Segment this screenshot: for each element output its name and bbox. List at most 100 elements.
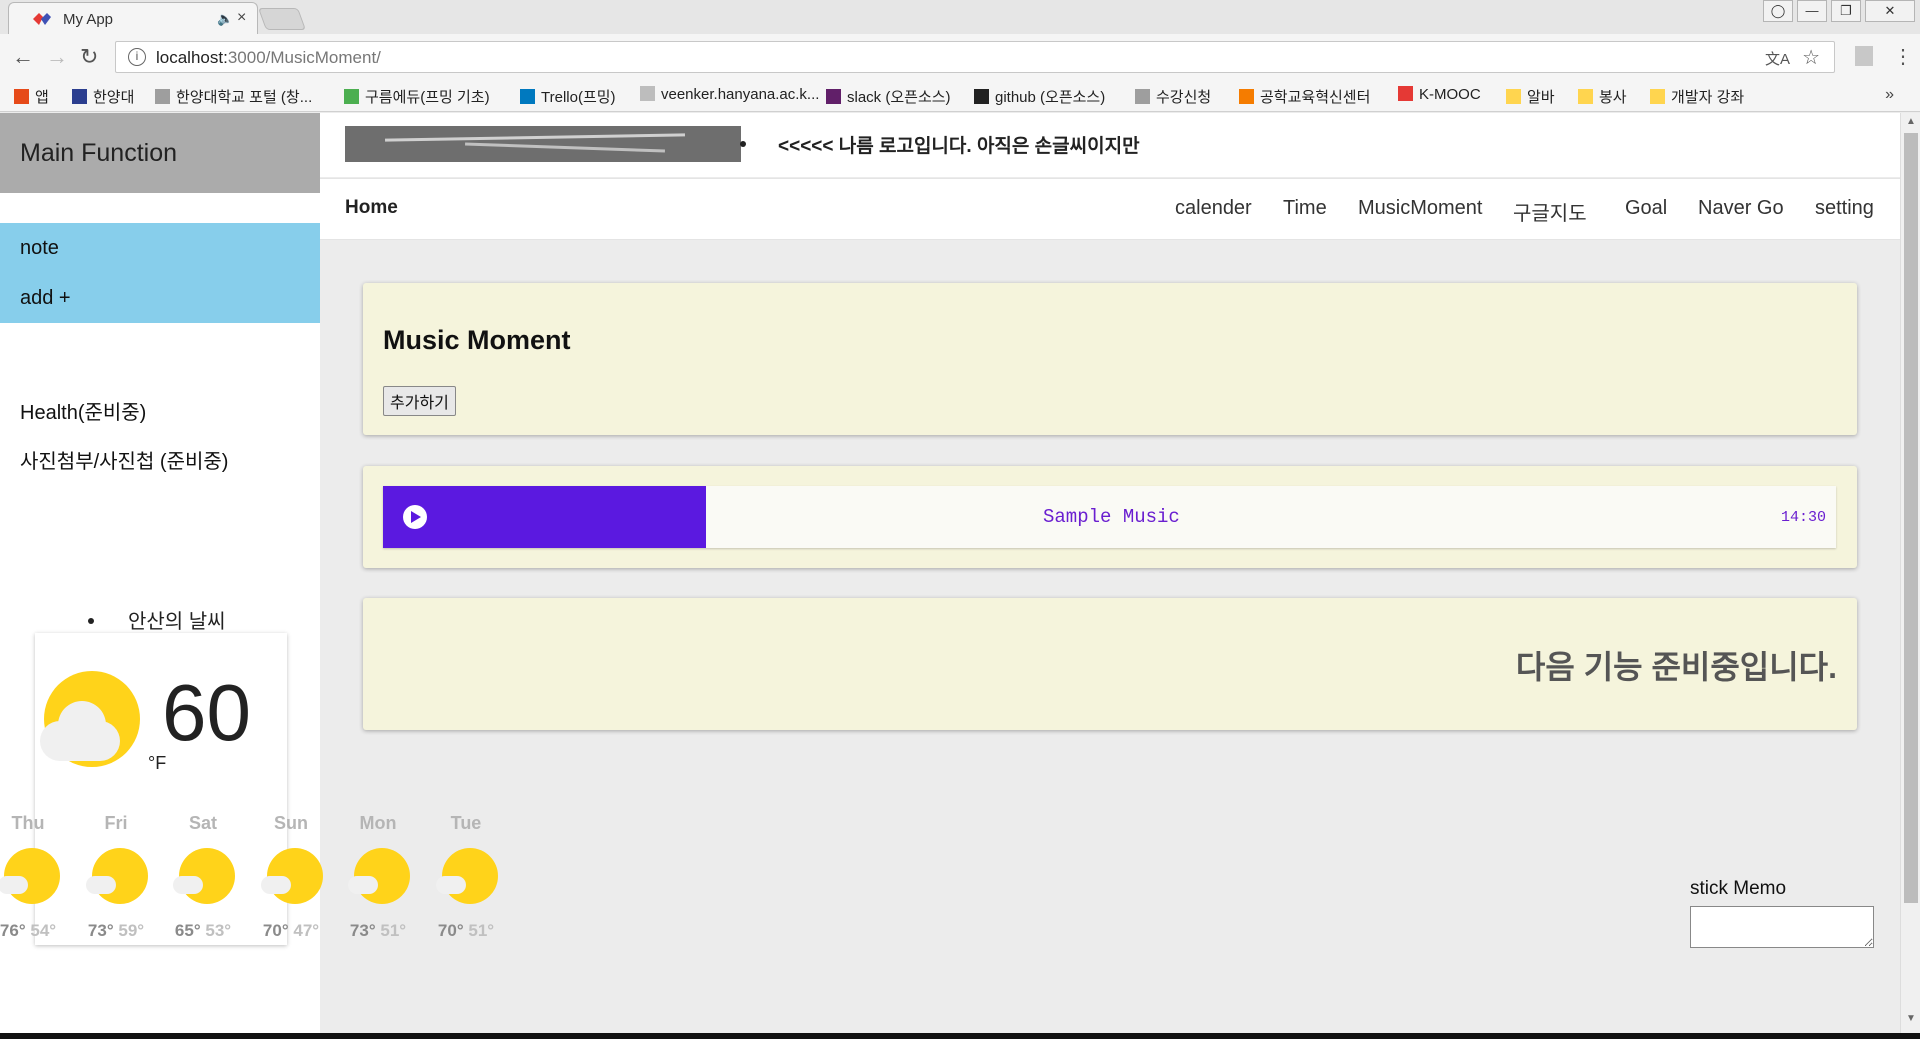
bookmark-favicon-icon [1650, 89, 1665, 104]
url-text[interactable]: localhost:3000/MusicMoment/ [156, 48, 381, 68]
scroll-thumb[interactable] [1904, 133, 1918, 903]
bookmark-item[interactable]: Trello(프밍) [520, 86, 616, 107]
bookmark-item[interactable]: 개발자 강좌 [1650, 86, 1744, 107]
add-music-button[interactable]: 추가하기 [383, 386, 456, 416]
bookmarks-bar: 앱 한양대 한양대학교 포털 (창... 구름에듀(프밍 기초) Trello(프밍) v… [0, 80, 1920, 112]
bookmark-label: veenker.hanyana.ac.k... [661, 86, 820, 103]
bookmark-label: 구름에듀(프밍 기초) [365, 89, 490, 106]
play-icon[interactable] [403, 505, 427, 529]
translate-icon[interactable]: 文A [1765, 48, 1790, 69]
forecast-low: 54° [30, 921, 57, 940]
nav-link-time[interactable]: Time [1283, 197, 1327, 220]
bookmark-favicon-icon [1506, 89, 1521, 104]
memo-label: stick Memo [1690, 878, 1787, 899]
tab-audio-icon[interactable]: 🔈 [217, 11, 233, 27]
bookmark-label: slack (오픈소스) [847, 89, 951, 106]
bookmark-item[interactable]: 한양대 [72, 86, 134, 107]
nav-link-calender[interactable]: calender [1175, 197, 1252, 220]
weather-title-text: 안산의 날씨 [128, 611, 226, 633]
tab-title: My App [63, 11, 114, 28]
bookmark-item[interactable]: 한양대학교 포털 (창... [155, 86, 312, 107]
close-window-button[interactable]: ✕ [1865, 0, 1915, 22]
bookmark-favicon-icon [640, 86, 655, 101]
forecast-temps: 73° 59° [76, 921, 156, 941]
reload-icon[interactable]: ↻ [80, 44, 98, 70]
bookmark-label: Trello(프밍) [541, 89, 616, 106]
nav-home-link[interactable]: Home [345, 197, 398, 219]
bookmark-favicon-icon [72, 89, 87, 104]
bookmark-item[interactable]: github (오픈소스) [974, 86, 1105, 107]
bookmark-item[interactable]: 공학교육혁신센터 [1239, 86, 1370, 107]
cloud-icon [0, 876, 28, 894]
nav-link-google-map[interactable]: 구글지도 [1513, 197, 1587, 226]
bookmark-item[interactable]: veenker.hanyana.ac.k... [640, 86, 819, 103]
bookmark-item[interactable]: K-MOOC [1398, 86, 1481, 103]
more-bookmarks-icon[interactable]: » [1885, 86, 1894, 104]
track-name: Sample Music [1043, 506, 1180, 528]
tab-close-icon[interactable]: × [237, 9, 246, 27]
sidebar-item-note[interactable]: note [20, 237, 59, 260]
music-player[interactable]: Sample Music 14:30 [383, 486, 1836, 548]
sidebar: Main Function note add + Health(준비중) 사진첨… [0, 113, 498, 1033]
nav-link-goal[interactable]: Goal [1625, 197, 1667, 220]
os-taskbar [0, 1033, 1920, 1039]
maximize-button[interactable]: ❐ [1831, 0, 1861, 22]
site-info-icon[interactable]: i [128, 48, 146, 66]
forecast-high: 65° [174, 921, 201, 940]
sidebar-item-health[interactable]: Health(준비중) [20, 396, 146, 425]
forecast-day: Fri [104, 813, 128, 833]
logo-caption: <<<<< 나름 로고입니다. 아직은 손글씨이지만 [778, 136, 1140, 157]
music-moment-title: Music Moment [383, 325, 571, 355]
list-bullet [740, 141, 746, 147]
nav-link-musicmoment[interactable]: MusicMoment [1358, 197, 1482, 220]
sidebar-item-add[interactable]: add + [20, 287, 71, 310]
bookmark-label: 수강신청 [1156, 89, 1212, 106]
memo-textarea[interactable] [1690, 906, 1874, 948]
bookmark-item[interactable]: 알바 [1506, 86, 1555, 107]
forecast-temps: 70° 47° [251, 921, 331, 941]
browser-toolbar: ← → ↻ i localhost:3000/MusicMoment/ 文A ☆… [0, 34, 1920, 80]
scroll-down-icon[interactable]: ▼ [1906, 1013, 1916, 1024]
track-time: 14:30 [1780, 509, 1826, 526]
bookmark-item[interactable]: 구름에듀(프밍 기초) [344, 86, 490, 107]
music-moment-card: Music Moment 추가하기 [363, 283, 1857, 435]
bookmark-favicon-icon [1398, 86, 1413, 101]
bookmark-item[interactable]: 봉사 [1578, 86, 1627, 107]
page-scrollbar[interactable]: ▲ ▼ [1900, 113, 1920, 1033]
cloud-icon [173, 876, 203, 894]
bookmark-item[interactable]: slack (오픈소스) [826, 86, 951, 107]
forecast-day: Thu [11, 813, 45, 833]
weather-title: 안산의 날씨 [88, 605, 226, 634]
url-path: 3000/MusicMoment/ [227, 48, 381, 67]
profile-icon[interactable]: ◯ [1763, 0, 1793, 22]
extension-icon[interactable] [1855, 46, 1873, 66]
cloud-icon [86, 876, 116, 894]
bookmark-item[interactable]: 수강신청 [1135, 86, 1211, 107]
minimize-button[interactable]: — [1797, 0, 1827, 22]
back-icon[interactable]: ← [12, 44, 34, 70]
logo-row: <<<<< 나름 로고입니다. 아직은 손글씨이지만 [320, 113, 1900, 177]
address-bar[interactable]: i localhost:3000/MusicMoment/ 文A ☆ [115, 41, 1835, 73]
nav-link-naver-go[interactable]: Naver Go [1698, 197, 1784, 220]
coming-soon-card: 다음 기능 준비중입니다. [363, 598, 1857, 730]
nav-link-setting[interactable]: setting [1815, 197, 1874, 220]
scroll-up-icon[interactable]: ▲ [1906, 116, 1916, 127]
bookmark-star-icon[interactable]: ☆ [1802, 45, 1820, 70]
forecast-high: 70° [262, 921, 289, 940]
bookmark-item[interactable]: 앱 [14, 86, 49, 107]
url-host: localhost: [156, 48, 228, 67]
new-tab-button[interactable] [257, 8, 307, 30]
forecast-low: 59° [118, 921, 145, 940]
bookmark-label: 한양대학교 포털 (창... [176, 89, 313, 106]
temperature-unit: °F [148, 753, 167, 773]
sidebar-item-photos[interactable]: 사진첨부/사진첩 (준비중) [20, 445, 228, 474]
bookmark-favicon-icon [1135, 89, 1150, 104]
browser-tab[interactable]: My App 🔈 × [8, 2, 258, 34]
bookmark-favicon-icon [14, 89, 29, 104]
forward-icon[interactable]: → [46, 44, 68, 70]
browser-menu-icon[interactable]: ⋮ [1893, 44, 1913, 69]
bookmark-favicon-icon [1239, 89, 1254, 104]
main-content: <<<<< 나름 로고입니다. 아직은 손글씨이지만 Home calender… [320, 113, 1900, 1033]
bookmark-label: K-MOOC [1419, 86, 1481, 103]
forecast-low: 53° [205, 921, 232, 940]
